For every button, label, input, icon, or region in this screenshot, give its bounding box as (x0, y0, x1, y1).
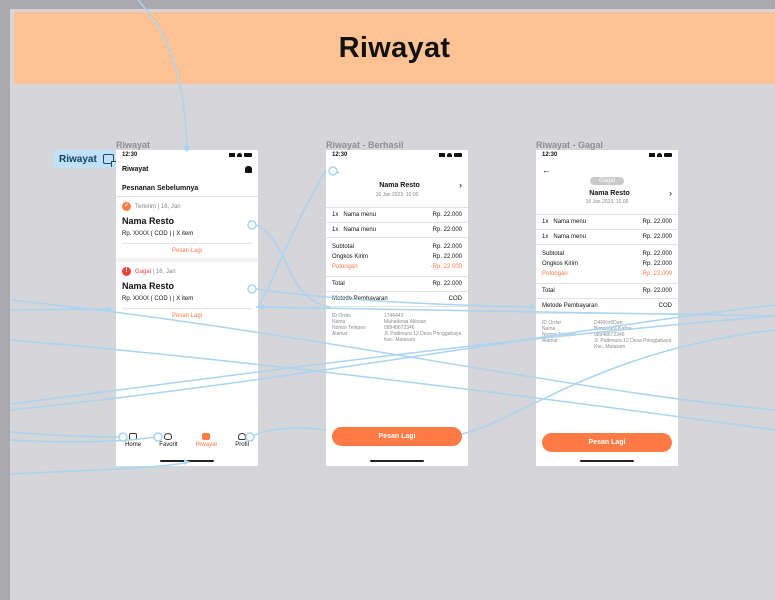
order-resto: Nama Resto (122, 216, 175, 226)
frame-title-success[interactable]: Riwayat - Berhasil (326, 140, 404, 150)
menu-row: 1x Nama menu Rp. 22.000 (332, 227, 462, 233)
chevron-right-icon[interactable]: › (249, 217, 252, 226)
check-icon: ✓ (122, 202, 131, 211)
home-indicator (160, 460, 214, 462)
home-indicator (370, 460, 424, 462)
reorder-button[interactable]: Pesan Lagi (332, 427, 462, 446)
menu-row: 1x Nama menu Rp. 22.000 (542, 219, 672, 225)
home-icon (129, 433, 138, 440)
detail-datetime: 16 Jan 2023, 10.00 (585, 199, 629, 205)
menu-row: 1x Nama menu Rp. 22.000 (332, 212, 462, 218)
order-status: Terkirim (135, 203, 156, 210)
bottom-nav: Home Favorit Riwayat Profil (116, 433, 258, 448)
chevron-right-icon[interactable]: › (669, 188, 672, 198)
status-bar: 12:30 (536, 150, 678, 160)
phone-riwayat-berhasil: 12:30 ← Nama Resto › 16 Jan 2023, 10.00 … (326, 150, 468, 466)
status-bar: 12:30 (326, 150, 468, 160)
reorder-button[interactable]: Pesan Lagi (542, 433, 672, 452)
payment-method-row: Metode Pembayaran COD (332, 296, 462, 302)
section-title: Riwayat (338, 31, 451, 64)
section-header: Riwayat (14, 12, 775, 84)
frame-title-failed[interactable]: Riwayat - Gagal (536, 140, 603, 150)
flow-start-icon (102, 154, 117, 167)
status-badge: Gagal (589, 177, 624, 185)
bell-icon[interactable] (245, 166, 252, 173)
order-items: X item (176, 231, 194, 237)
order-status: Gagal (135, 268, 152, 275)
order-info: ID Order 1746443 Nama Mahadewa Akhsan Nomo… (332, 313, 462, 343)
back-arrow-icon[interactable]: ← (326, 160, 468, 176)
signal-icons (229, 153, 252, 157)
order-resto: Nama Resto (122, 281, 175, 291)
nav-home[interactable]: Home (125, 433, 141, 448)
flow-start-tag[interactable]: Riwayat (53, 150, 117, 168)
frame-title-list[interactable]: Riwayat (116, 140, 150, 150)
signal-icons (439, 153, 462, 157)
heart-icon (164, 433, 173, 440)
signal-icons (649, 153, 672, 157)
back-arrow-icon[interactable]: ← (536, 160, 678, 175)
order-date: 16, Jan (155, 268, 176, 275)
user-icon (238, 433, 247, 440)
phone-riwayat-list: 12:30 Riwayat Pesnanan Sebelumnya ✓ Terk… (116, 150, 258, 466)
home-indicator (580, 460, 634, 462)
detail-resto: Nama Resto (379, 181, 420, 189)
detail-datetime: 16 Jan 2023, 10.00 (375, 192, 419, 198)
chevron-right-icon[interactable]: › (459, 180, 462, 190)
menu-row: 1x Nama menu Rp. 22.000 (542, 234, 672, 240)
detail-resto: Nama Resto (589, 189, 630, 197)
receipt-icon (202, 433, 211, 440)
order-card[interactable]: ✓ Terkirim | 16, Jan Nama Resto › Rp. XX… (116, 197, 258, 258)
nav-profil[interactable]: Profil (235, 433, 249, 448)
order-price: Rp. XXXX ( COD ) (122, 231, 172, 237)
cost-summary: Subtotal Rp. 22.000 Ongkos Kirim Rp. 22.00… (332, 244, 462, 270)
total-row: Total Rp. 22.000 (542, 288, 672, 294)
nav-favorit[interactable]: Favorit (159, 433, 178, 448)
reorder-link[interactable]: Pesan Lagi (122, 244, 252, 258)
payment-method-row: Metode Pembayaran COD (542, 303, 672, 309)
order-items: X item (176, 296, 194, 302)
order-card[interactable]: ! Gagal | 16, Jan Nama Resto › Rp. XXXX … (116, 262, 258, 323)
chevron-right-icon[interactable]: › (249, 282, 252, 291)
reorder-link[interactable]: Pesan Lagi (122, 309, 252, 323)
order-date: 16, Jan (160, 203, 181, 210)
cost-summary: Subtotal Rp. 22.000 Ongkos Kirim Rp. 22.00… (542, 251, 672, 277)
section-previous-orders: Pesnanan Sebelumnya (122, 185, 199, 192)
alert-icon: ! (122, 267, 131, 276)
order-price: Rp. XXXX ( COD ) (122, 296, 172, 302)
nav-riwayat[interactable]: Riwayat (196, 433, 217, 448)
status-time: 12:30 (542, 152, 558, 158)
status-time: 12:30 (122, 152, 138, 158)
canvas-left-border (0, 0, 10, 600)
canvas-top-border (10, 0, 775, 9)
flow-start-label: Riwayat (59, 153, 97, 165)
total-row: Total Rp. 22.000 (332, 281, 462, 287)
app-title: Riwayat (122, 166, 149, 173)
order-info: ID Order D4RKtr6Dan Nama Bimantara Kafira … (542, 320, 672, 350)
status-time: 12:30 (332, 152, 348, 158)
phone-riwayat-gagal: 12:30 ← Gagal Nama Resto › 16 Jan 2023, … (536, 150, 678, 466)
status-bar: 12:30 (116, 150, 258, 160)
